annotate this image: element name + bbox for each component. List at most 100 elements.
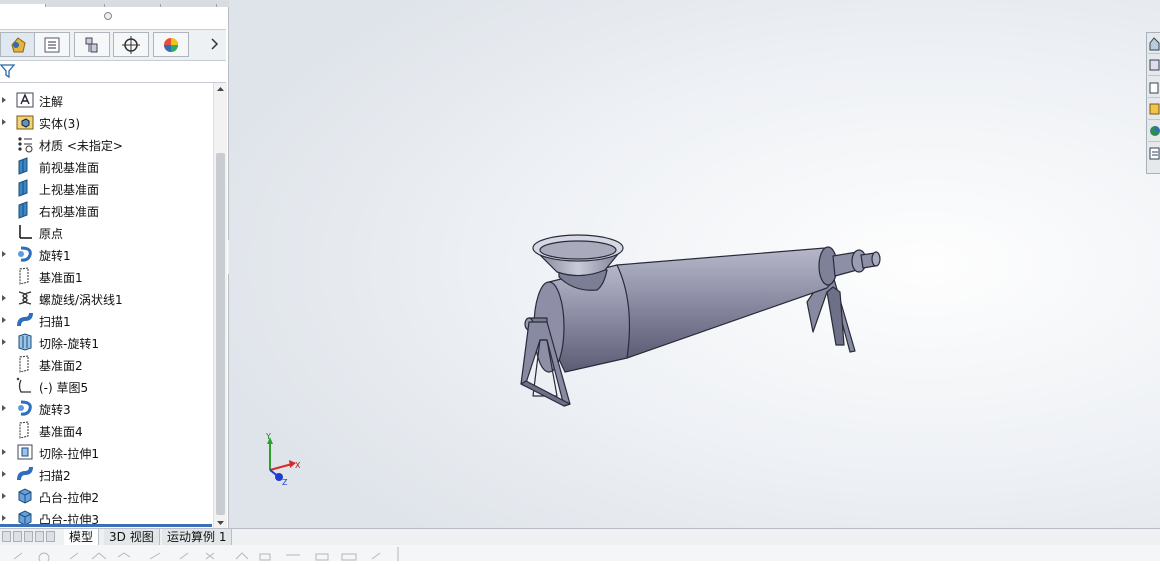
revolve-icon xyxy=(16,399,34,417)
expand-arrow-icon[interactable] xyxy=(2,295,6,301)
material-icon xyxy=(16,135,34,153)
tree-item[interactable]: 切除-拉伸1 xyxy=(0,441,212,463)
dimxpert-icon xyxy=(122,35,140,54)
tree-scrollbar[interactable] xyxy=(213,83,227,529)
task-home-icon[interactable] xyxy=(1148,33,1160,54)
feature-manager-tab[interactable] xyxy=(0,32,36,57)
tree-item-label: 右视基准面 xyxy=(39,205,100,219)
expand-arrow-icon[interactable] xyxy=(2,251,6,257)
task-file-explorer-icon[interactable] xyxy=(1148,77,1160,98)
tree-item[interactable]: 注解 xyxy=(0,89,212,111)
sweep-icon xyxy=(16,465,34,483)
tree-item[interactable]: 基准面2 xyxy=(0,353,212,375)
sweep-icon xyxy=(16,311,34,329)
tree-item[interactable]: (-) 草图5 xyxy=(0,375,212,397)
scroll-up-icon[interactable] xyxy=(215,85,226,93)
tree-item[interactable]: 材质 <未指定> xyxy=(0,133,212,155)
bottom-tab-bar: 模型 3D 视图 运动算例 1 xyxy=(0,528,1160,546)
tree-item-label: 原点 xyxy=(39,227,64,241)
tree-item-label: 扫描1 xyxy=(39,315,71,329)
expand-arrow-icon[interactable] xyxy=(2,449,6,455)
tree-item[interactable]: 右视基准面 xyxy=(0,199,212,221)
expand-arrow-icon[interactable] xyxy=(2,97,6,103)
scroll-down-icon[interactable] xyxy=(215,519,226,527)
tree-item-label: 切除-旋转1 xyxy=(39,337,99,351)
triad-z-label: Z xyxy=(282,478,288,487)
tree-item-label: 实体(3) xyxy=(39,117,80,131)
tree-item[interactable]: 基准面1 xyxy=(0,265,212,287)
tree-item[interactable]: 旋转1 xyxy=(0,243,212,265)
task-view-palette-icon[interactable] xyxy=(1148,99,1160,120)
annotation-icon xyxy=(16,91,34,109)
status-toolbar xyxy=(0,545,1160,564)
expand-arrow-icon[interactable] xyxy=(2,339,6,345)
tree-item[interactable]: 基准面4 xyxy=(0,419,212,441)
next-tab-icon[interactable] xyxy=(24,531,33,542)
tree-item[interactable]: 上视基准面 xyxy=(0,177,212,199)
task-pane xyxy=(1146,32,1160,174)
tree-item[interactable]: 凸台-拉伸3 xyxy=(0,507,212,524)
tree-item[interactable]: 扫描2 xyxy=(0,463,212,485)
boss-extrude-icon xyxy=(16,487,34,505)
view-triad: Y X Z xyxy=(262,432,306,491)
manager-tabs xyxy=(0,29,226,61)
graphics-area[interactable] xyxy=(229,0,1160,528)
tree-item[interactable]: 螺旋线/涡状线1 xyxy=(0,287,212,309)
tree-item-label: 材质 <未指定> xyxy=(39,139,123,153)
tree-item[interactable]: 前视基准面 xyxy=(0,155,212,177)
configuration-manager-tab[interactable] xyxy=(74,32,110,57)
prev-tab-icon[interactable] xyxy=(13,531,22,542)
expand-arrow-icon[interactable] xyxy=(2,405,6,411)
tree-item-label: 上视基准面 xyxy=(39,183,100,197)
tab-motion-study[interactable]: 运动算例 1 xyxy=(162,529,233,545)
revolve-icon xyxy=(16,245,34,263)
ref-plane-icon xyxy=(16,421,34,439)
expand-arrow-icon[interactable] xyxy=(2,317,6,323)
tree-item-label: 凸台-拉伸2 xyxy=(39,491,99,505)
expand-arrow-icon[interactable] xyxy=(2,119,6,125)
tree-item[interactable]: 凸台-拉伸2 xyxy=(0,485,212,507)
tab-model[interactable]: 模型 xyxy=(64,529,100,545)
tree-item[interactable]: 旋转3 xyxy=(0,397,212,419)
tree-item-label: 凸台-拉伸3 xyxy=(39,513,99,524)
cut-revolve-icon xyxy=(16,333,34,351)
expand-arrow-icon[interactable] xyxy=(2,493,6,499)
triad-y-label: Y xyxy=(265,432,271,441)
panel-accent-line xyxy=(0,524,212,527)
last-tab-icon[interactable] xyxy=(35,531,44,542)
tree-item[interactable]: 实体(3) xyxy=(0,111,212,133)
plane-icon xyxy=(16,157,34,175)
tree-item-label: 注解 xyxy=(39,95,64,109)
tree-item[interactable]: 原点 xyxy=(0,221,212,243)
plane-icon xyxy=(16,201,34,219)
display-manager-tab[interactable] xyxy=(153,32,189,57)
configuration-manager-icon xyxy=(85,37,98,52)
task-appearances-icon[interactable] xyxy=(1148,121,1160,142)
ref-plane-icon xyxy=(16,267,34,285)
triad-x-label: X xyxy=(295,461,301,470)
first-tab-icon[interactable] xyxy=(2,531,11,542)
expand-arrow-icon[interactable] xyxy=(2,515,6,521)
tree-item-label: 扫描2 xyxy=(39,469,71,483)
task-custom-properties-icon[interactable] xyxy=(1148,143,1160,163)
expand-arrow-icon[interactable] xyxy=(2,471,6,477)
panel-grip[interactable] xyxy=(104,12,112,20)
tree-item-label: 基准面4 xyxy=(39,425,83,439)
scroll-thumb[interactable] xyxy=(216,153,225,515)
feature-tree: 注解实体(3) 材质 <未指定> 前视基准面上视基准面右视基准面原点旋转1 基准面1 螺… xyxy=(0,83,212,524)
boss-extrude-icon xyxy=(16,509,34,524)
property-manager-tab[interactable] xyxy=(34,32,70,57)
property-manager-icon xyxy=(44,37,60,52)
tabs-more-chevron-icon[interactable] xyxy=(210,37,220,54)
origin-icon xyxy=(16,223,34,241)
ref-plane-icon xyxy=(16,355,34,373)
tree-item-label: 旋转3 xyxy=(39,403,71,417)
task-design-library-icon[interactable] xyxy=(1148,55,1160,76)
tree-filter[interactable] xyxy=(0,60,226,83)
tree-item[interactable]: 切除-旋转1 xyxy=(0,331,212,353)
filter-icon xyxy=(0,64,16,79)
dimxpert-manager-tab[interactable] xyxy=(113,32,149,57)
tab-3d-view[interactable]: 3D 视图 xyxy=(104,529,160,545)
tree-item[interactable]: 扫描1 xyxy=(0,309,212,331)
tab-scroll-icon[interactable] xyxy=(46,531,55,542)
